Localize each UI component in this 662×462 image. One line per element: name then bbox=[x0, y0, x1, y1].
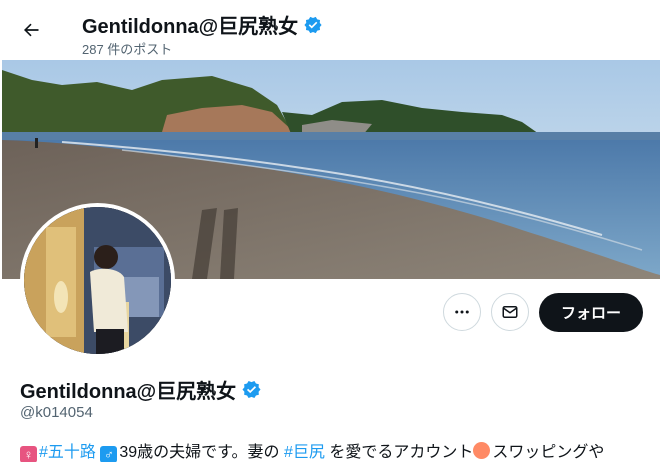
bio-text-2: を愛でるアカウント bbox=[329, 444, 474, 461]
profile-bio: ♀ #五十路 ♂ 39歳の夫婦です。妻の #巨尻 を愛でるアカウント スワッピングや bbox=[20, 442, 604, 462]
post-count: 287 件のポスト bbox=[82, 42, 173, 57]
verified-badge-icon bbox=[304, 16, 322, 33]
message-icon bbox=[502, 306, 518, 318]
profile-name-text: Gentildonna@巨尻熟女 bbox=[20, 381, 237, 403]
bio-hashtag-gojuuro[interactable]: #五十路 bbox=[39, 444, 96, 461]
more-icon bbox=[455, 310, 469, 314]
profile-header-bar: Gentildonna@巨尻熟女 287 件のポスト bbox=[0, 0, 662, 60]
message-button[interactable] bbox=[491, 293, 529, 331]
male-sign-emoji: ♂ bbox=[100, 446, 118, 462]
back-button[interactable] bbox=[14, 13, 48, 47]
profile-display-name: Gentildonna@巨尻熟女 bbox=[20, 375, 262, 404]
profile-avatar[interactable] bbox=[20, 203, 175, 358]
header-name-text: Gentildonna@巨尻熟女 bbox=[82, 16, 299, 38]
back-arrow-icon bbox=[24, 23, 39, 37]
bio-hashtag-kyojiri[interactable]: #巨尻 bbox=[284, 444, 325, 461]
bio-text-1: 39歳の夫婦です。妻の bbox=[119, 444, 280, 461]
peach-emoji-icon bbox=[473, 442, 491, 459]
follow-button[interactable]: フォロー bbox=[539, 293, 643, 332]
more-button[interactable] bbox=[443, 293, 481, 331]
profile-handle: @k014054 bbox=[20, 404, 93, 421]
header-display-name: Gentildonna@巨尻熟女 bbox=[82, 10, 323, 39]
verified-badge-icon[interactable] bbox=[241, 379, 262, 400]
female-sign-emoji: ♀ bbox=[20, 446, 37, 462]
bio-text-3: スワッピングや bbox=[492, 444, 605, 461]
